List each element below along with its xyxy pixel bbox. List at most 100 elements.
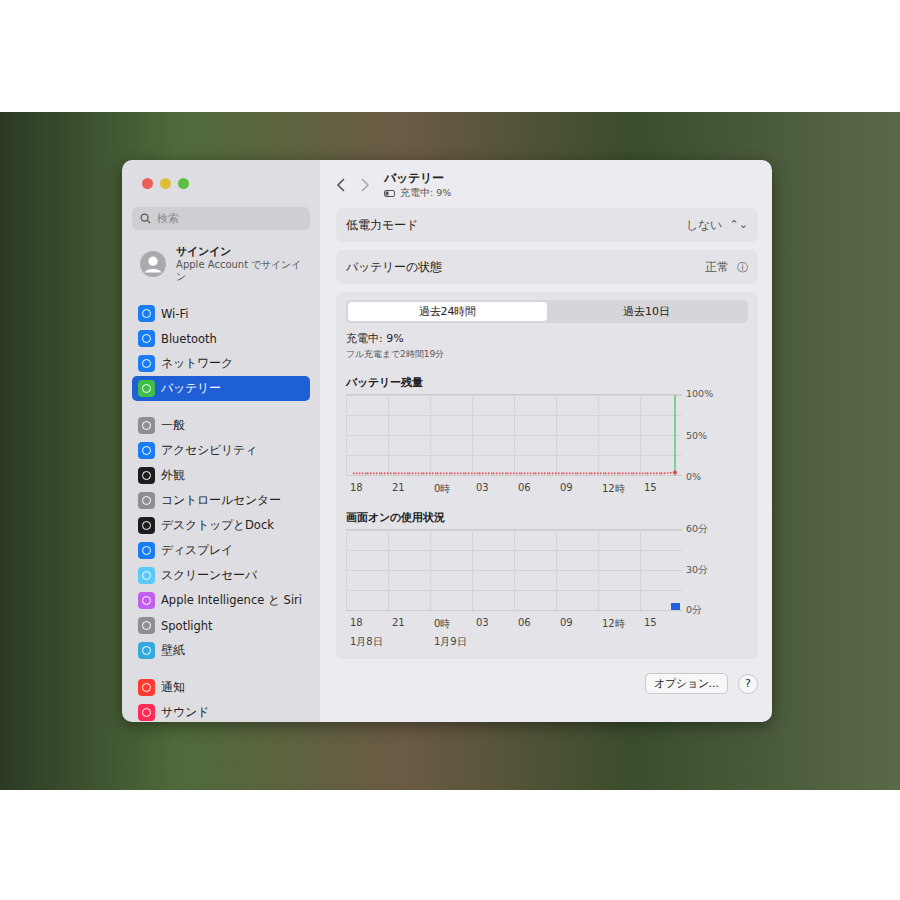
content-pane: バッテリー 充電中: 9% 低電力モード しない⌃⌄ バッテリーの状態 正常ⓘ 過… [320,160,772,722]
minimize-icon[interactable] [160,178,171,189]
chart-title: バッテリー残量 [346,375,748,390]
options-button[interactable]: オプション... [645,673,729,694]
level-segment [661,472,675,474]
setting-row[interactable]: バッテリーの状態 正常ⓘ [336,250,758,284]
setting-icon [138,567,155,584]
period-tab[interactable]: 過去24時間 [348,302,547,321]
setting-icon [138,642,155,659]
setting-row[interactable]: 低電力モード しない⌃⌄ [336,208,758,242]
level-segment [465,473,479,475]
bottom-margin [0,790,900,900]
level-segment [605,473,619,475]
account-row[interactable]: サインイン Apple Account でサインイン [132,240,310,287]
level-segment [367,473,381,475]
level-segment [493,473,507,475]
setting-icon [138,355,155,372]
battery-icon [384,190,396,197]
current-point [673,471,677,475]
level-segment [647,473,661,475]
sidebar-item[interactable]: 外観 [132,463,310,488]
charge-status: 充電中: 9% [346,331,748,346]
sidebar-group: 通知 サウンド [132,675,310,722]
page: 検索 サインイン Apple Account でサインイン Wi-Fi Blue… [0,0,900,900]
x-axis: 18210時03060912時15 [346,482,748,496]
window-title: バッテリー [384,170,451,187]
account-subtitle: Apple Account でサインイン [176,259,302,283]
screen-chart: 60分30分0分 [346,529,748,611]
level-segment [451,473,465,475]
sidebar-item[interactable]: コントロールセンター [132,488,310,513]
level-segment [507,473,521,475]
level-segment [381,473,395,475]
setting-icon [138,442,155,459]
level-segment [535,473,549,475]
sidebar-item[interactable]: ネットワーク [132,351,310,376]
usage-card: 過去24時間過去10日 充電中: 9% フル充電まで2時間19分 バッテリー残量… [336,292,758,659]
toolbar: バッテリー 充電中: 9% [336,170,758,200]
level-segment [395,473,409,475]
sidebar-item[interactable]: 通知 [132,675,310,700]
setting-icon [138,617,155,634]
setting-icon [138,380,155,397]
avatar-icon [140,250,166,278]
setting-icon [138,704,155,721]
account-title: サインイン [176,244,302,259]
x-axis: 18210時03060912時15 [346,617,748,631]
level-segment [353,473,367,475]
level-segment [577,473,591,475]
level-segment [479,473,493,475]
setting-icon [138,679,155,696]
sidebar: 検索 サインイン Apple Account でサインイン Wi-Fi Blue… [122,160,320,722]
level-segment [521,473,535,475]
sidebar-item[interactable]: 壁紙 [132,638,310,663]
period-tab[interactable]: 過去10日 [547,302,746,321]
sidebar-item[interactable]: Apple Intelligence と Siri [132,588,310,613]
setting-icon [138,417,155,434]
sidebar-item[interactable]: スクリーンセーバ [132,563,310,588]
level-segment [563,473,577,475]
top-margin [0,0,900,112]
sidebar-item[interactable]: Bluetooth [132,326,310,351]
sidebar-group: Wi-Fi Bluetooth ネットワーク バッテリー [132,301,310,401]
charge-detail: フル充電まで2時間19分 [346,348,748,361]
battery-chart: 100%50%0% [346,394,748,476]
sidebar-item[interactable]: バッテリー [132,376,310,401]
search-field[interactable]: 検索 [132,207,310,230]
setting-icon [138,305,155,322]
sidebar-item[interactable]: Spotlight [132,613,310,638]
period-tabs: 過去24時間過去10日 [346,300,748,323]
usage-bar [671,603,680,610]
level-segment [437,473,451,475]
setting-icon [138,492,155,509]
level-segment [633,473,647,475]
sidebar-item[interactable]: ディスプレイ [132,538,310,563]
desktop: 検索 サインイン Apple Account でサインイン Wi-Fi Blue… [0,112,900,790]
sidebar-item[interactable]: アクセシビリティ [132,438,310,463]
chart-title: 画面オンの使用状況 [346,510,748,525]
level-segment [591,473,605,475]
back-icon[interactable] [336,178,346,192]
window-subtitle: 充電中: 9% [384,187,451,200]
setting-icon [138,517,155,534]
zoom-icon[interactable] [178,178,189,189]
sidebar-group: 一般 アクセシビリティ 外観 コントロールセンター デスクトップとDock ディ… [132,413,310,663]
sidebar-item[interactable]: Wi-Fi [132,301,310,326]
level-segment [409,473,423,475]
help-button[interactable]: ? [738,674,758,694]
sidebar-item[interactable]: サウンド [132,700,310,722]
search-placeholder: 検索 [157,211,179,226]
forward-icon[interactable] [360,178,370,192]
level-segment [549,473,563,475]
setting-icon [138,542,155,559]
sidebar-item[interactable]: 一般 [132,413,310,438]
setting-icon [138,592,155,609]
charge-line [674,395,675,475]
level-segment [423,473,437,475]
sidebar-item[interactable]: デスクトップとDock [132,513,310,538]
level-segment [619,473,633,475]
close-icon[interactable] [142,178,153,189]
date-labels: 1月8日1月9日 [346,635,748,649]
search-icon [140,213,151,224]
settings-window: 検索 サインイン Apple Account でサインイン Wi-Fi Blue… [122,160,772,722]
traffic-lights [132,178,310,189]
